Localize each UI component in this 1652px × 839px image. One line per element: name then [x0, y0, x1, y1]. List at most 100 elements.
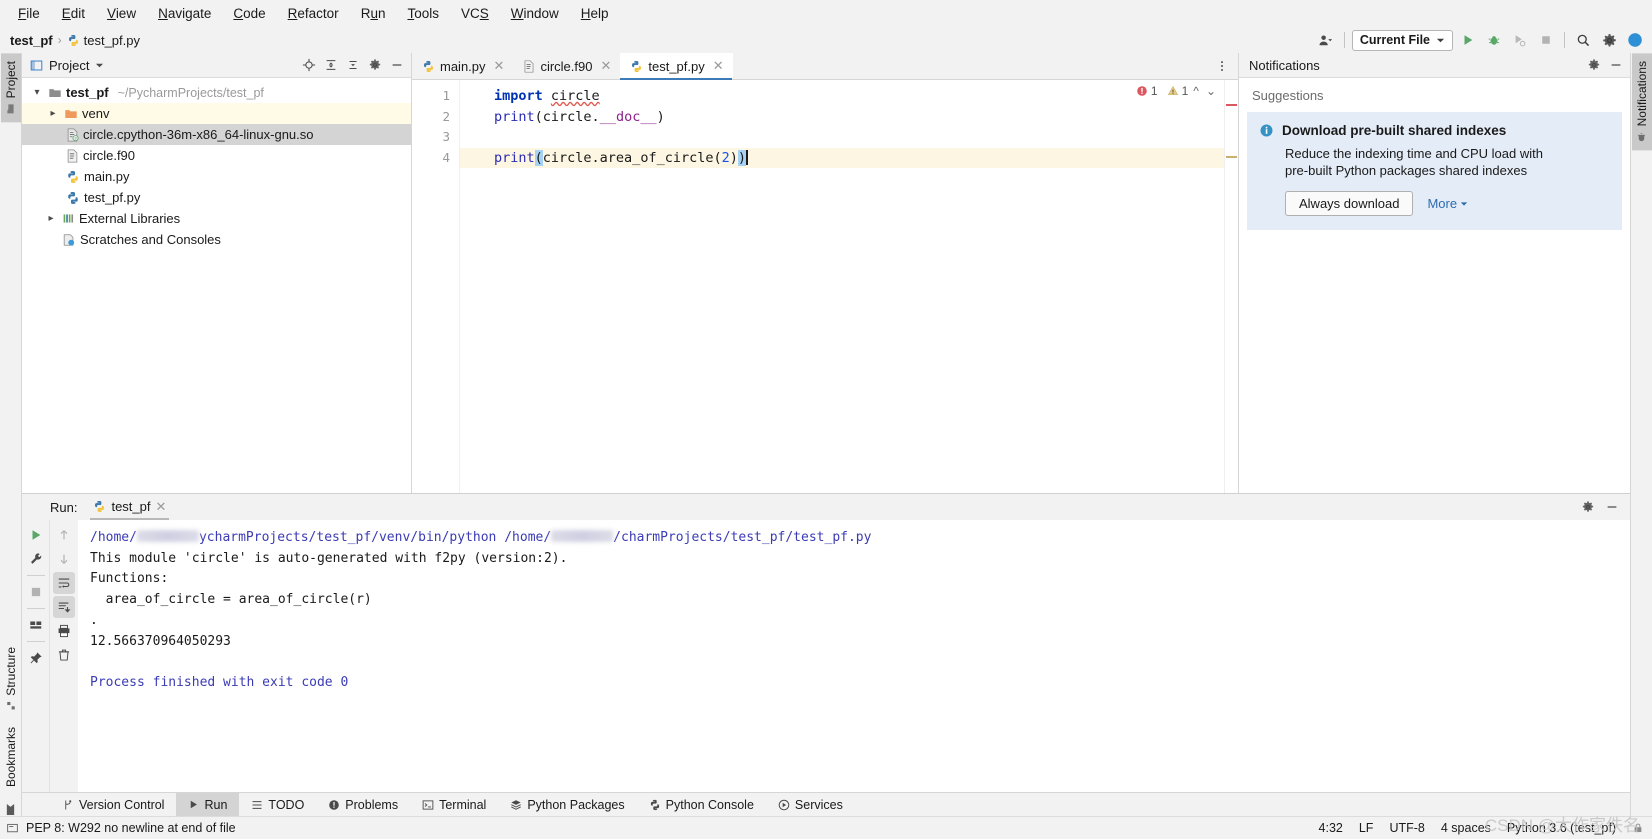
error-stripe-mark-error[interactable]	[1226, 104, 1237, 106]
tab-circle-f90[interactable]: circle.f90 ✕	[513, 53, 620, 79]
tree-row[interactable]: ? circle.cpython-36m-x86_64-linux-gnu.so	[22, 124, 411, 145]
tree-row[interactable]: main.py	[22, 166, 411, 187]
tool-tab-problems[interactable]: Problems	[316, 793, 410, 816]
gear-icon[interactable]	[1578, 497, 1598, 517]
error-stripe[interactable]	[1224, 80, 1238, 493]
python-console-icon	[649, 799, 661, 811]
menu-file[interactable]: File	[8, 3, 50, 24]
debug-button[interactable]	[1483, 30, 1505, 51]
tab-label: main.py	[440, 58, 486, 74]
menu-view[interactable]: View	[97, 3, 146, 24]
tool-tab-todo[interactable]: TODO	[239, 793, 316, 816]
tool-tab-terminal[interactable]: Terminal	[410, 793, 498, 816]
bookmark-icon[interactable]	[2, 795, 19, 816]
menu-tools[interactable]: Tools	[397, 3, 449, 24]
notification-card-shared-indexes[interactable]: Download pre-built shared indexes Reduce…	[1247, 112, 1622, 230]
down-arrow-icon[interactable]	[53, 548, 75, 570]
python-interpreter[interactable]: Python 3.6 (test_pf)	[1507, 821, 1616, 835]
menu-code[interactable]: Code	[223, 3, 275, 24]
settings-wrench-icon[interactable]	[25, 548, 47, 570]
always-download-button[interactable]: Always download	[1285, 191, 1414, 216]
chevron-up-icon[interactable]: ^	[1191, 84, 1201, 98]
tree-row[interactable]: test_pf.py	[22, 187, 411, 208]
tree-row[interactable]: circle.f90	[22, 145, 411, 166]
run-button[interactable]	[1457, 30, 1479, 51]
menu-refactor[interactable]: Refactor	[278, 3, 349, 24]
menu-edit[interactable]: Edit	[52, 3, 95, 24]
tree-row[interactable]: ▾ test_pf ~/PycharmProjects/test_pf	[22, 82, 411, 103]
up-arrow-icon[interactable]	[53, 524, 75, 546]
more-vertical-icon[interactable]	[1212, 56, 1232, 76]
line-separator[interactable]: LF	[1359, 821, 1374, 835]
chevron-down-icon[interactable]: ⌄	[1204, 84, 1218, 98]
gear-icon[interactable]	[1598, 30, 1620, 51]
menu-vcs[interactable]: VCS	[451, 3, 499, 24]
error-stripe-mark-warning[interactable]	[1226, 156, 1237, 158]
close-icon[interactable]: ✕	[156, 499, 167, 515]
menu-help[interactable]: Help	[571, 3, 619, 24]
chevron-right-icon[interactable]: ▸	[44, 213, 58, 224]
breadcrumb-file[interactable]: test_pf.py	[67, 33, 140, 48]
sidebar-item-notifications[interactable]: Notifications	[1631, 53, 1652, 151]
run-tab-test-pf[interactable]: test_pf ✕	[87, 496, 172, 520]
close-icon[interactable]: ✕	[600, 58, 611, 74]
chevron-right-icon[interactable]: ▸	[46, 108, 60, 119]
breadcrumb-project[interactable]: test_pf	[10, 33, 53, 48]
run-configuration-selector[interactable]: Current File	[1351, 29, 1453, 51]
chevron-down-icon[interactable]: ▾	[30, 87, 44, 98]
hide-icon[interactable]	[1606, 55, 1626, 75]
gear-icon[interactable]	[1584, 55, 1604, 75]
caret-position[interactable]: 4:32	[1319, 821, 1343, 835]
collapse-all-icon[interactable]	[343, 55, 363, 75]
ai-assistant-icon[interactable]	[1624, 30, 1646, 51]
inspection-widget[interactable]: 1 1 ^ ⌄	[1133, 83, 1220, 99]
soft-wrap-icon[interactable]	[53, 572, 75, 594]
stop-icon[interactable]	[25, 581, 47, 603]
pin-icon[interactable]	[25, 647, 47, 669]
console-output[interactable]: /home/ycharmProjects/test_pf/venv/bin/py…	[78, 520, 1630, 792]
sidebar-item-structure[interactable]: Structure	[1, 639, 21, 719]
indent-setting[interactable]: 4 spaces	[1441, 821, 1491, 835]
code-editor[interactable]: 1 2 3 4 import circle print(circle.__doc…	[412, 80, 1238, 493]
expand-all-icon[interactable]	[321, 55, 341, 75]
chevron-down-icon[interactable]	[95, 61, 104, 70]
more-link[interactable]: More	[1427, 196, 1468, 211]
tree-row[interactable]: ▸ External Libraries	[22, 208, 411, 229]
warning-badge[interactable]: 1	[1167, 84, 1188, 98]
stop-button[interactable]	[1535, 30, 1557, 51]
tree-row[interactable]: ▸ venv	[22, 103, 411, 124]
gear-icon[interactable]	[365, 55, 385, 75]
tree-row[interactable]: Scratches and Consoles	[22, 229, 411, 250]
menu-window[interactable]: Window	[501, 3, 569, 24]
tab-main-py[interactable]: main.py ✕	[412, 53, 513, 79]
file-encoding[interactable]: UTF-8	[1389, 821, 1424, 835]
layout-icon[interactable]	[25, 614, 47, 636]
message-icon[interactable]	[6, 822, 19, 835]
hide-icon[interactable]	[1602, 497, 1622, 517]
tool-tab-version-control[interactable]: Version Control	[50, 793, 176, 816]
code-content[interactable]: import circle print(circle.__doc__) prin…	[460, 80, 1238, 493]
coverage-button[interactable]	[1509, 30, 1531, 51]
rerun-icon[interactable]	[25, 524, 47, 546]
locate-icon[interactable]	[299, 55, 319, 75]
search-icon[interactable]	[1572, 30, 1594, 51]
sidebar-item-project[interactable]: Project	[0, 53, 21, 123]
print-icon[interactable]	[53, 620, 75, 642]
person-icon[interactable]	[1315, 30, 1337, 51]
lock-icon[interactable]	[1632, 822, 1644, 834]
menu-run[interactable]: Run	[351, 3, 396, 24]
hide-icon[interactable]	[387, 55, 407, 75]
trash-icon[interactable]	[53, 644, 75, 666]
notifications-section-title: Suggestions	[1252, 88, 1324, 103]
scroll-to-end-icon[interactable]	[53, 596, 75, 618]
tool-tab-python-packages[interactable]: Python Packages	[498, 793, 636, 816]
tab-test-pf-py[interactable]: test_pf.py ✕	[620, 53, 733, 80]
menu-navigate[interactable]: Navigate	[148, 3, 221, 24]
tool-tab-run[interactable]: Run	[176, 793, 240, 816]
close-icon[interactable]: ✕	[494, 58, 505, 74]
error-badge[interactable]: 1	[1136, 84, 1158, 98]
tool-tab-services[interactable]: Services	[766, 793, 855, 816]
close-icon[interactable]: ✕	[713, 58, 724, 74]
tool-tab-python-console[interactable]: Python Console	[637, 793, 766, 816]
sidebar-item-bookmarks[interactable]: Bookmarks	[1, 719, 21, 795]
